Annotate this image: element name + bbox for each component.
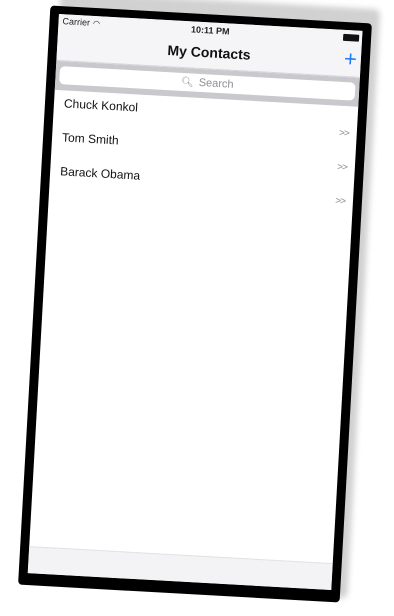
battery-icon (342, 33, 360, 42)
search-placeholder: Search (198, 76, 234, 91)
phone-screen: Carrier ◠ 10:11 PM My Contacts + 🔍︎ Searc… (27, 13, 363, 591)
contact-name: Barack Obama (59, 164, 141, 183)
contact-name: Tom Smith (61, 130, 120, 148)
phone-frame: Carrier ◠ 10:11 PM My Contacts + 🔍︎ Searc… (18, 5, 372, 603)
contact-name: Chuck Konkol (63, 96, 139, 115)
disclosure-icon: >> (336, 161, 348, 174)
contacts-list: Chuck Konkol >> Tom Smith >> Barack Obam… (49, 90, 358, 209)
photo-backdrop: Carrier ◠ 10:11 PM My Contacts + 🔍︎ Searc… (0, 0, 394, 616)
disclosure-icon: >> (338, 127, 350, 140)
add-contact-button[interactable]: + (343, 46, 357, 72)
bottom-toolbar (27, 546, 333, 591)
search-icon: 🔍︎ (180, 76, 195, 89)
disclosure-icon: >> (334, 195, 346, 208)
